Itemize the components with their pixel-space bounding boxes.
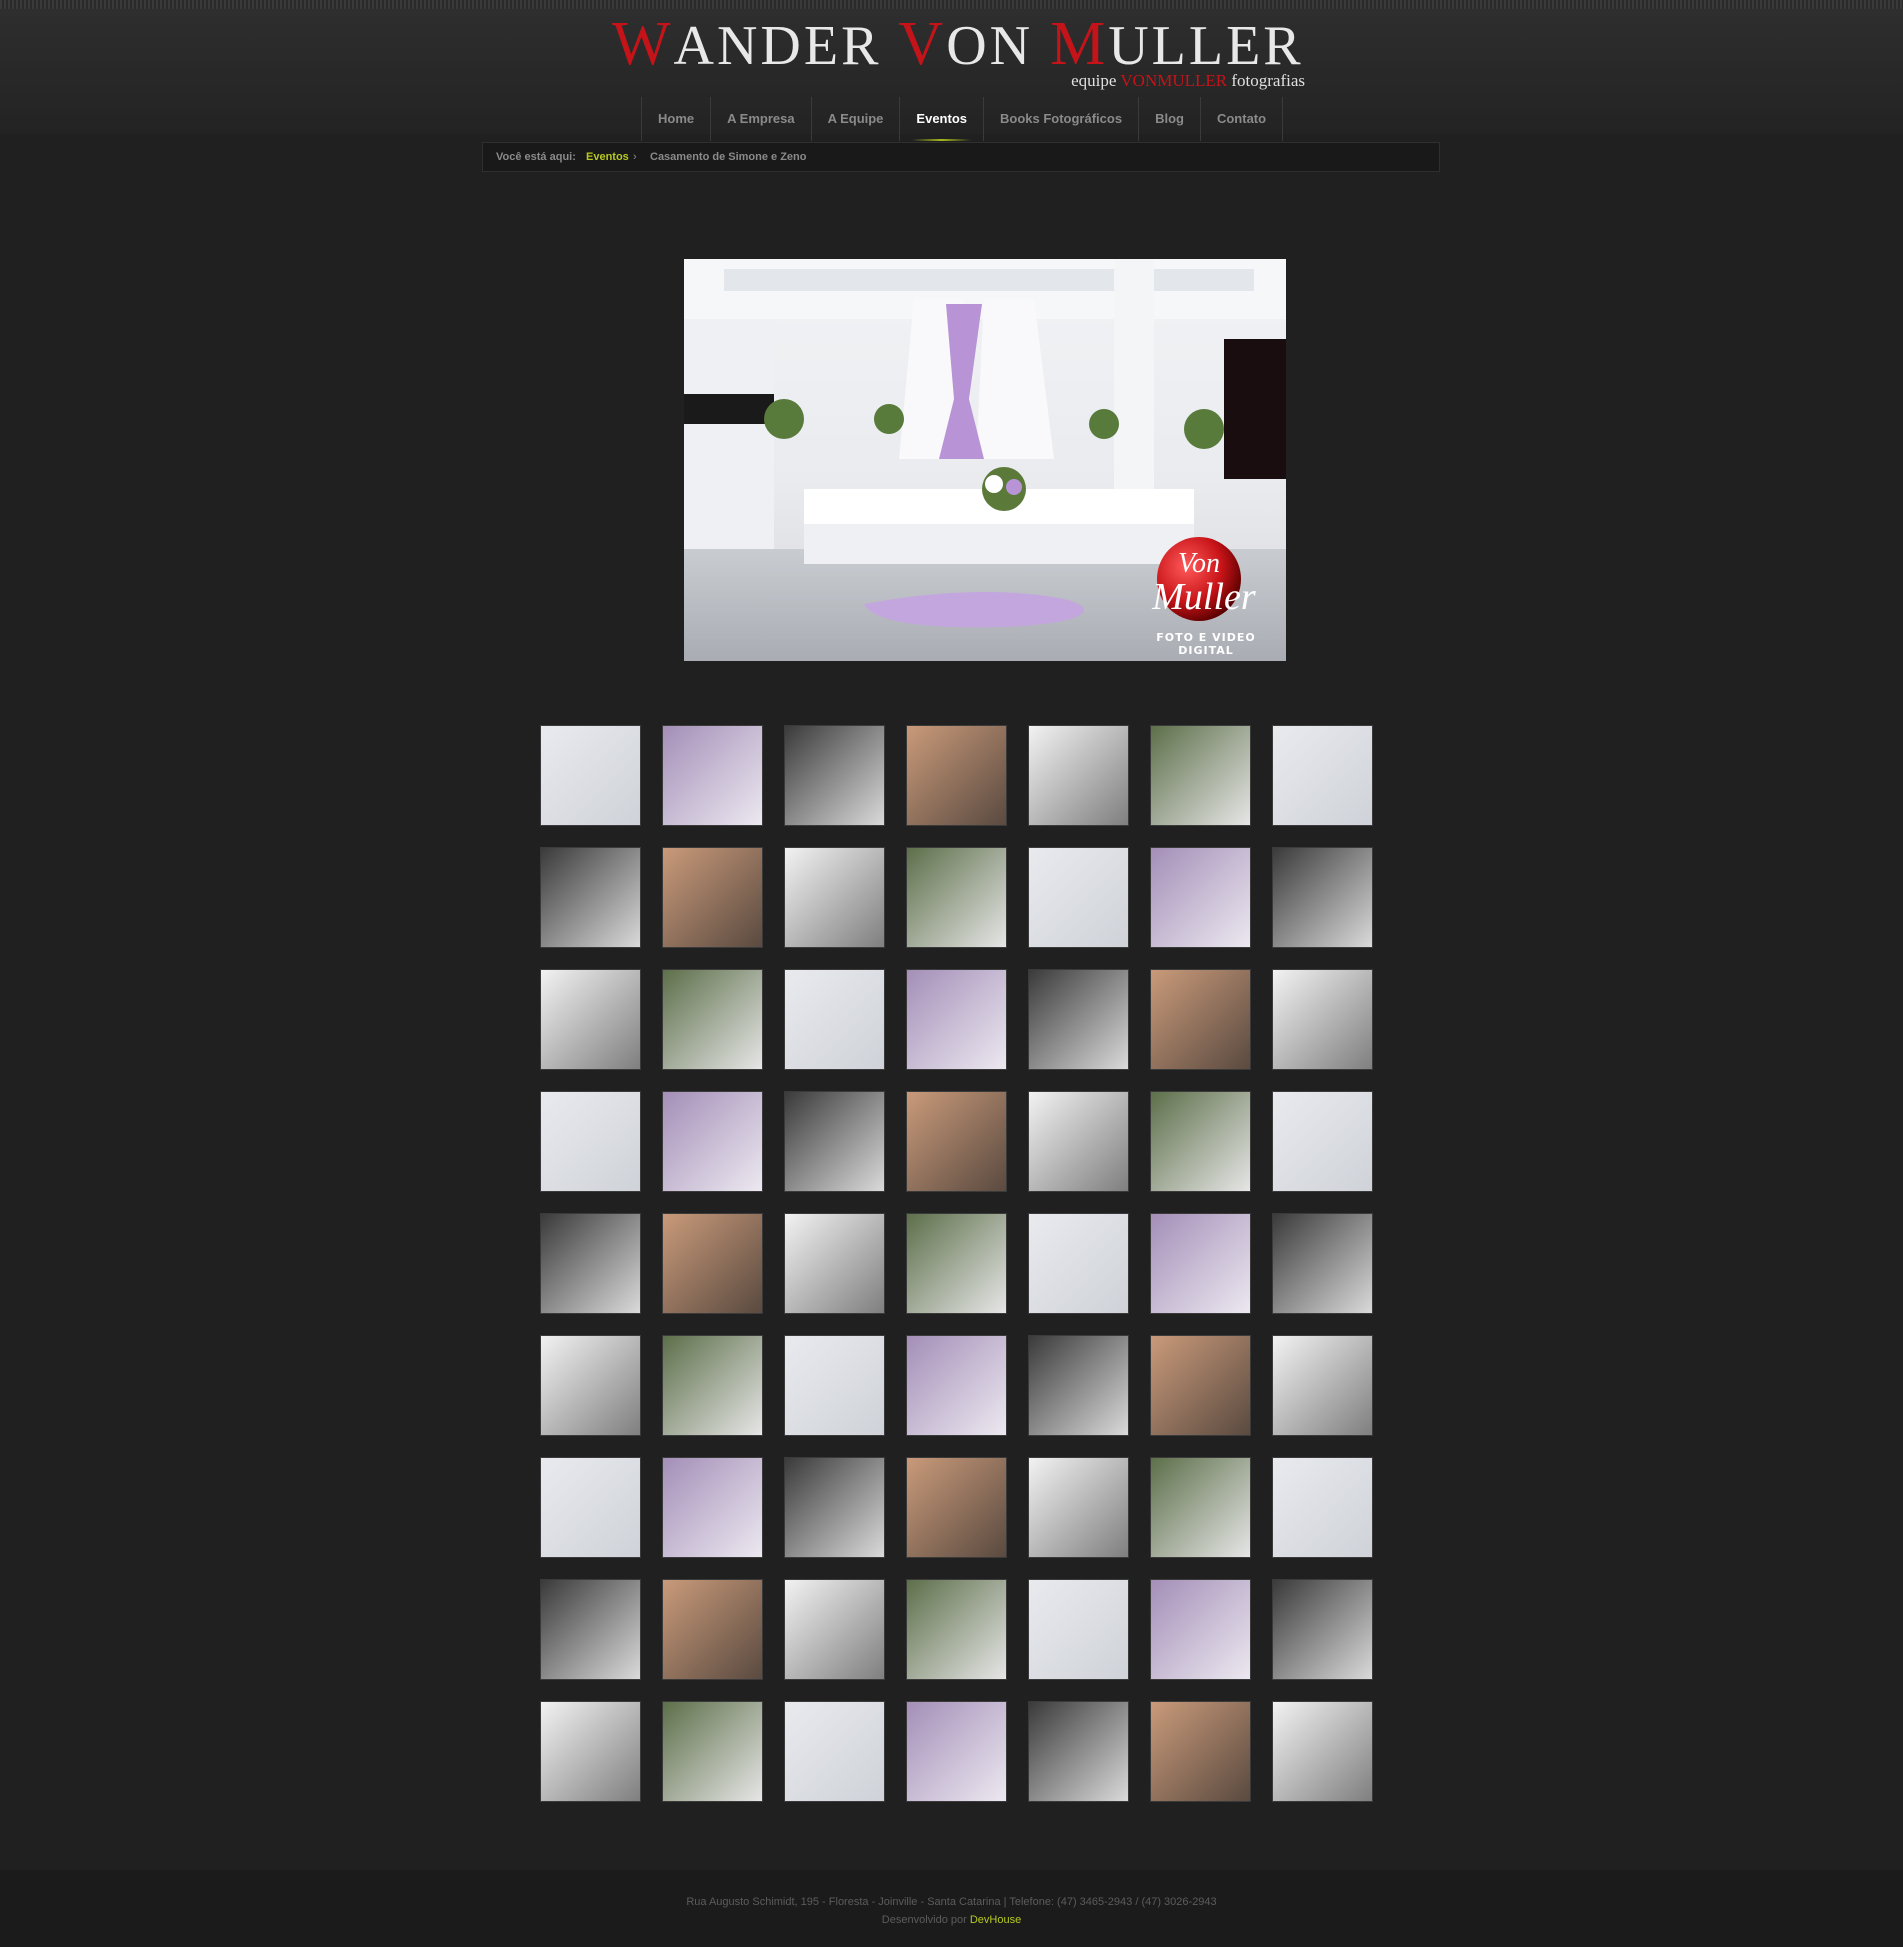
footer-devhouse-link[interactable]: DevHouse [970, 1914, 1021, 1926]
main-photo[interactable]: Von Muller FOTO E VIDEO DIGITAL [684, 259, 1286, 661]
gallery-thumbnail[interactable] [784, 847, 885, 948]
gallery-thumbnail[interactable] [1150, 969, 1251, 1070]
gallery-thumbnail[interactable] [1272, 1213, 1373, 1314]
gallery-thumbnail[interactable] [1272, 969, 1373, 1070]
logo-word-ander: ANDER [673, 15, 899, 77]
gallery-thumbnail[interactable] [1150, 1335, 1251, 1436]
tagline-brand: VONMULLER [1120, 71, 1228, 90]
gallery-thumbnail[interactable] [540, 969, 641, 1070]
nav-eventos[interactable]: Eventos [900, 97, 984, 141]
watermark-caption: FOTO E VIDEO DIGITAL [1156, 631, 1256, 657]
gallery-thumbnail[interactable] [1150, 1701, 1251, 1802]
gallery-thumbnail[interactable] [540, 847, 641, 948]
gallery-thumbnail[interactable] [1028, 1701, 1129, 1802]
gallery-thumbnail[interactable] [1028, 1091, 1129, 1192]
site-logo[interactable]: WANDER VON MULLER [612, 10, 1312, 78]
nav-a-equipe[interactable]: A Equipe [812, 97, 901, 141]
gallery-thumbnail[interactable] [662, 1701, 763, 1802]
gallery-thumbnail[interactable] [662, 725, 763, 826]
gallery-thumbnail[interactable] [540, 1701, 641, 1802]
gallery-thumbnail[interactable] [784, 725, 885, 826]
gallery-thumbnail[interactable] [906, 969, 1007, 1070]
gallery-thumbnail[interactable] [906, 1457, 1007, 1558]
gallery-thumbnail[interactable] [1272, 1701, 1373, 1802]
gallery-thumbnail[interactable] [662, 1579, 763, 1680]
gallery-thumbnail[interactable] [1028, 969, 1129, 1070]
gallery-thumbnail[interactable] [906, 1213, 1007, 1314]
tagline-prefix: equipe [1071, 71, 1121, 90]
logo-word-on: ON [946, 15, 1051, 77]
breadcrumb: Você está aqui: Eventos › Casamento de S… [482, 142, 1440, 172]
tagline-suffix: fotografias [1227, 71, 1305, 90]
thumbnail-gallery [540, 725, 1376, 1802]
gallery-thumbnail[interactable] [1028, 1579, 1129, 1680]
site-header: WANDER VON MULLER equipe VONMULLER fotog… [0, 9, 1903, 141]
logo-letter-w: W [612, 10, 674, 78]
gallery-thumbnail[interactable] [540, 1335, 641, 1436]
gallery-thumbnail[interactable] [540, 1091, 641, 1192]
gallery-thumbnail[interactable] [540, 1579, 641, 1680]
breadcrumb-separator: › [633, 151, 637, 163]
gallery-thumbnail[interactable] [1028, 1335, 1129, 1436]
gallery-thumbnail[interactable] [662, 1091, 763, 1192]
gallery-thumbnail[interactable] [784, 1457, 885, 1558]
nav-blog[interactable]: Blog [1139, 97, 1201, 141]
gallery-thumbnail[interactable] [784, 1335, 885, 1436]
gallery-thumbnail[interactable] [1028, 1213, 1129, 1314]
logo-word-uller: ULLER [1108, 15, 1304, 77]
nav-contato[interactable]: Contato [1201, 97, 1284, 141]
gallery-thumbnail[interactable] [1272, 1579, 1373, 1680]
gallery-thumbnail[interactable] [784, 1701, 885, 1802]
watermark-line-1: Von [1178, 548, 1220, 579]
site-footer: Rua Augusto Schimidt, 195 - Floresta - J… [0, 1870, 1903, 1947]
gallery-thumbnail[interactable] [662, 1457, 763, 1558]
watermark-line-2: Muller [1152, 576, 1256, 618]
gallery-thumbnail[interactable] [784, 1091, 885, 1192]
gallery-thumbnail[interactable] [540, 1457, 641, 1558]
watermark-logo: Von Muller FOTO E VIDEO DIGITAL [1124, 549, 1284, 659]
breadcrumb-label: Você está aqui: [496, 151, 576, 163]
breadcrumb-current: Casamento de Simone e Zeno [650, 151, 807, 163]
gallery-thumbnail[interactable] [662, 1335, 763, 1436]
gallery-thumbnail[interactable] [1272, 1335, 1373, 1436]
nav-a-empresa[interactable]: A Empresa [711, 97, 812, 141]
gallery-thumbnail[interactable] [1272, 725, 1373, 826]
breadcrumb-link-eventos[interactable]: Eventos [586, 143, 629, 171]
footer-credit-prefix: Desenvolvido por [881, 1914, 970, 1926]
main-nav: Home A Empresa A Equipe Eventos Books Fo… [641, 97, 1284, 141]
logo-letter-v: V [898, 10, 947, 78]
gallery-thumbnail[interactable] [906, 1335, 1007, 1436]
gallery-thumbnail[interactable] [1028, 1457, 1129, 1558]
site-tagline: equipe VONMULLER fotografias [1000, 71, 1305, 91]
gallery-thumbnail[interactable] [906, 1701, 1007, 1802]
gallery-thumbnail[interactable] [1028, 725, 1129, 826]
logo-letter-m: M [1050, 10, 1109, 78]
gallery-thumbnail[interactable] [1150, 1579, 1251, 1680]
footer-credit: Desenvolvido por DevHouse [0, 1914, 1903, 1926]
gallery-thumbnail[interactable] [1150, 1457, 1251, 1558]
gallery-thumbnail[interactable] [1272, 847, 1373, 948]
gallery-thumbnail[interactable] [906, 1579, 1007, 1680]
gallery-thumbnail[interactable] [1150, 1213, 1251, 1314]
nav-books-fotograficos[interactable]: Books Fotográficos [984, 97, 1140, 141]
gallery-thumbnail[interactable] [1272, 1457, 1373, 1558]
gallery-thumbnail[interactable] [784, 969, 885, 1070]
gallery-thumbnail[interactable] [662, 1213, 763, 1314]
nav-home[interactable]: Home [642, 97, 712, 141]
gallery-thumbnail[interactable] [1150, 1091, 1251, 1192]
gallery-thumbnail[interactable] [662, 969, 763, 1070]
gallery-thumbnail[interactable] [1028, 847, 1129, 948]
gallery-thumbnail[interactable] [784, 1579, 885, 1680]
gallery-thumbnail[interactable] [1150, 847, 1251, 948]
gallery-thumbnail[interactable] [906, 847, 1007, 948]
gallery-thumbnail[interactable] [906, 725, 1007, 826]
gallery-thumbnail[interactable] [1150, 725, 1251, 826]
gallery-thumbnail[interactable] [1272, 1091, 1373, 1192]
footer-address: Rua Augusto Schimidt, 195 - Floresta - J… [686, 1896, 1217, 1908]
gallery-thumbnail[interactable] [662, 847, 763, 948]
gallery-thumbnail[interactable] [540, 1213, 641, 1314]
gallery-thumbnail[interactable] [784, 1213, 885, 1314]
gallery-thumbnail[interactable] [906, 1091, 1007, 1192]
gallery-thumbnail[interactable] [540, 725, 641, 826]
